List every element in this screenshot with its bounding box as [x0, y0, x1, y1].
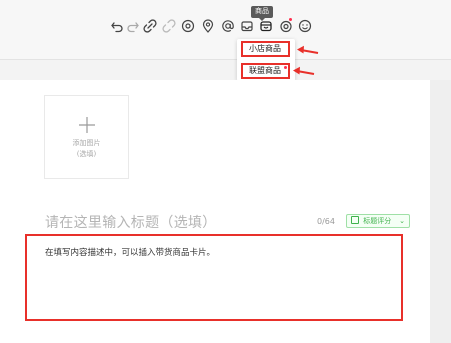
annotation-arrow-2 [293, 66, 315, 75]
location-icon[interactable] [201, 19, 215, 33]
annotation-arrow-1 [297, 45, 319, 54]
product-icon[interactable] [259, 19, 273, 33]
right-gutter [430, 80, 451, 343]
plus-icon [79, 117, 95, 133]
at-circle-icon[interactable] [181, 19, 195, 33]
product-tooltip: 商品 [251, 6, 273, 21]
menu-item-shop-product[interactable]: 小店商品 [241, 41, 290, 57]
at-icon[interactable] [221, 19, 235, 33]
editor-toolbar [0, 0, 451, 60]
menu-new-dot [284, 66, 287, 69]
menu-item-alliance-product[interactable]: 联盟商品 [241, 63, 290, 79]
inbox-icon[interactable] [240, 19, 254, 33]
notification-dot [289, 18, 292, 21]
add-image-button[interactable]: 添加图片 (选填) [44, 95, 129, 179]
link-icon[interactable] [143, 19, 157, 33]
redo-icon[interactable] [126, 19, 140, 33]
title-input[interactable]: 请在这里输入标题（选填） [45, 212, 217, 232]
content-placeholder: 在填写内容描述中，可以插入带货商品卡片。 [45, 248, 216, 258]
undo-icon[interactable] [110, 19, 124, 33]
emoji-icon[interactable] [298, 19, 312, 33]
chevron-down-icon: ⌄ [399, 217, 405, 225]
add-image-optional: (选填) [76, 150, 97, 158]
title-score-button[interactable]: 标题评分 ⌄ [346, 214, 410, 228]
add-image-label: 添加图片 [72, 139, 101, 147]
title-counter: 0/64 [317, 217, 335, 226]
title-score-label: 标题评分 [363, 217, 392, 225]
score-check-icon [351, 216, 359, 224]
content-editor[interactable]: 在填写内容描述中，可以插入带货商品卡片。 [25, 234, 403, 321]
product-menu: 小店商品 联盟商品 [237, 39, 295, 81]
unlink-icon[interactable] [162, 19, 176, 33]
target-icon[interactable] [279, 19, 293, 33]
